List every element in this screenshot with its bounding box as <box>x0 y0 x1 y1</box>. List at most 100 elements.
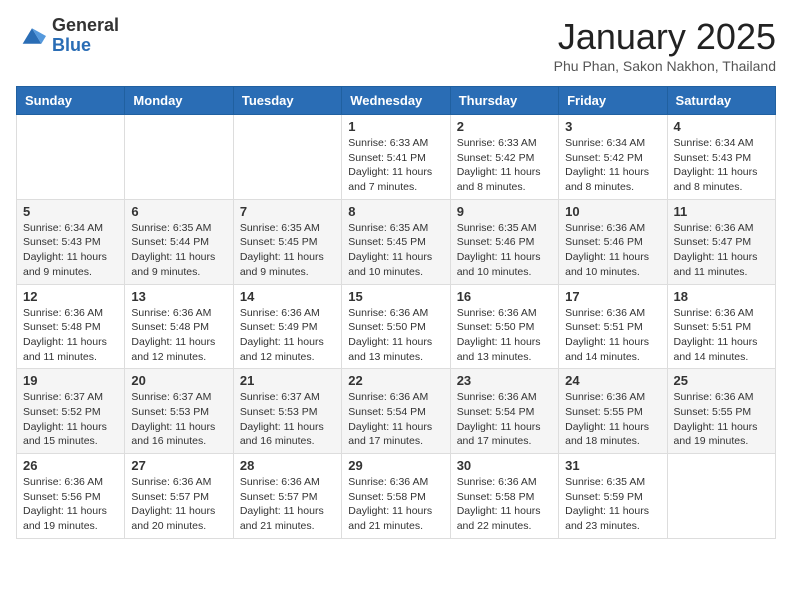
day-info: Sunrise: 6:36 AM Sunset: 5:58 PM Dayligh… <box>457 475 552 534</box>
day-number: 17 <box>565 289 660 304</box>
calendar-cell: 29 Sunrise: 6:36 AM Sunset: 5:58 PM Dayli… <box>342 454 450 539</box>
calendar-cell: 13Sunrise: 6:36 AM Sunset: 5:48 PM Dayli… <box>125 284 233 369</box>
calendar-cell: 31 Sunrise: 6:35 AM Sunset: 5:59 PM Dayli… <box>559 454 667 539</box>
day-number: 8 <box>348 204 443 219</box>
day-info: Sunrise: 6:34 AM Sunset: 5:42 PM Dayligh… <box>565 136 660 195</box>
day-number: 27 <box>131 458 226 473</box>
day-number: 20 <box>131 373 226 388</box>
weekday-header-tuesday: Tuesday <box>233 87 341 115</box>
weekday-header-saturday: Saturday <box>667 87 775 115</box>
calendar-cell: 16 Sunrise: 6:36 AM Sunset: 5:50 PM Dayli… <box>450 284 558 369</box>
day-info: Sunrise: 6:36 AM Sunset: 5:50 PM Dayligh… <box>348 306 443 365</box>
day-number: 16 <box>457 289 552 304</box>
day-info: Sunrise: 6:34 AM Sunset: 5:43 PM Dayligh… <box>23 221 118 280</box>
day-info: Sunrise: 6:35 AM Sunset: 5:59 PM Dayligh… <box>565 475 660 534</box>
day-number: 11 <box>674 204 769 219</box>
calendar-cell: 19Sunrise: 6:37 AM Sunset: 5:52 PM Dayli… <box>17 369 125 454</box>
day-number: 3 <box>565 119 660 134</box>
day-number: 31 <box>565 458 660 473</box>
calendar-cell: 4 Sunrise: 6:34 AM Sunset: 5:43 PM Daylig… <box>667 115 775 200</box>
calendar-cell: 8 Sunrise: 6:35 AM Sunset: 5:45 PM Daylig… <box>342 199 450 284</box>
calendar-cell: 15Sunrise: 6:36 AM Sunset: 5:50 PM Dayli… <box>342 284 450 369</box>
calendar-cell: 26Sunrise: 6:36 AM Sunset: 5:56 PM Dayli… <box>17 454 125 539</box>
calendar-week-row: 1 Sunrise: 6:33 AM Sunset: 5:41 PM Daylig… <box>17 115 776 200</box>
day-number: 21 <box>240 373 335 388</box>
page-header: General Blue January 2025 Phu Phan, Sako… <box>16 16 776 74</box>
calendar-cell: 24 Sunrise: 6:36 AM Sunset: 5:55 PM Dayli… <box>559 369 667 454</box>
logo-blue: Blue <box>52 36 119 56</box>
day-number: 24 <box>565 373 660 388</box>
day-info: Sunrise: 6:36 AM Sunset: 5:49 PM Dayligh… <box>240 306 335 365</box>
day-number: 25 <box>674 373 769 388</box>
weekday-header-friday: Friday <box>559 87 667 115</box>
calendar-cell <box>233 115 341 200</box>
calendar-week-row: 5 Sunrise: 6:34 AM Sunset: 5:43 PM Daylig… <box>17 199 776 284</box>
logo-icon <box>16 22 48 50</box>
day-info: Sunrise: 6:37 AM Sunset: 5:53 PM Dayligh… <box>131 390 226 449</box>
calendar-cell: 22Sunrise: 6:36 AM Sunset: 5:54 PM Dayli… <box>342 369 450 454</box>
calendar-cell: 6Sunrise: 6:35 AM Sunset: 5:44 PM Daylig… <box>125 199 233 284</box>
calendar-cell: 11 Sunrise: 6:36 AM Sunset: 5:47 PM Dayli… <box>667 199 775 284</box>
calendar-cell: 18 Sunrise: 6:36 AM Sunset: 5:51 PM Dayli… <box>667 284 775 369</box>
calendar-table: SundayMondayTuesdayWednesdayThursdayFrid… <box>16 86 776 539</box>
day-info: Sunrise: 6:37 AM Sunset: 5:53 PM Dayligh… <box>240 390 335 449</box>
weekday-header-wednesday: Wednesday <box>342 87 450 115</box>
calendar-cell: 20 Sunrise: 6:37 AM Sunset: 5:53 PM Dayli… <box>125 369 233 454</box>
logo-general: General <box>52 16 119 36</box>
day-info: Sunrise: 6:36 AM Sunset: 5:55 PM Dayligh… <box>565 390 660 449</box>
day-info: Sunrise: 6:33 AM Sunset: 5:41 PM Dayligh… <box>348 136 443 195</box>
day-number: 23 <box>457 373 552 388</box>
weekday-header-thursday: Thursday <box>450 87 558 115</box>
calendar-cell: 30Sunrise: 6:36 AM Sunset: 5:58 PM Dayli… <box>450 454 558 539</box>
title-block: January 2025 Phu Phan, Sakon Nakhon, Tha… <box>554 16 776 74</box>
day-info: Sunrise: 6:36 AM Sunset: 5:51 PM Dayligh… <box>674 306 769 365</box>
calendar-cell: 5 Sunrise: 6:34 AM Sunset: 5:43 PM Daylig… <box>17 199 125 284</box>
weekday-header-sunday: Sunday <box>17 87 125 115</box>
day-number: 5 <box>23 204 118 219</box>
day-info: Sunrise: 6:36 AM Sunset: 5:57 PM Dayligh… <box>240 475 335 534</box>
calendar-cell: 23 Sunrise: 6:36 AM Sunset: 5:54 PM Dayli… <box>450 369 558 454</box>
day-number: 1 <box>348 119 443 134</box>
day-info: Sunrise: 6:36 AM Sunset: 5:50 PM Dayligh… <box>457 306 552 365</box>
logo-text: General Blue <box>52 16 119 56</box>
calendar-cell: 28 Sunrise: 6:36 AM Sunset: 5:57 PM Dayli… <box>233 454 341 539</box>
day-info: Sunrise: 6:36 AM Sunset: 5:56 PM Dayligh… <box>23 475 118 534</box>
day-number: 10 <box>565 204 660 219</box>
day-number: 28 <box>240 458 335 473</box>
day-number: 22 <box>348 373 443 388</box>
day-info: Sunrise: 6:36 AM Sunset: 5:47 PM Dayligh… <box>674 221 769 280</box>
day-info: Sunrise: 6:36 AM Sunset: 5:46 PM Dayligh… <box>565 221 660 280</box>
calendar-cell: 27 Sunrise: 6:36 AM Sunset: 5:57 PM Dayli… <box>125 454 233 539</box>
day-info: Sunrise: 6:36 AM Sunset: 5:48 PM Dayligh… <box>23 306 118 365</box>
calendar-cell: 12 Sunrise: 6:36 AM Sunset: 5:48 PM Dayli… <box>17 284 125 369</box>
weekday-header-monday: Monday <box>125 87 233 115</box>
calendar-cell: 2 Sunrise: 6:33 AM Sunset: 5:42 PM Daylig… <box>450 115 558 200</box>
day-info: Sunrise: 6:33 AM Sunset: 5:42 PM Dayligh… <box>457 136 552 195</box>
day-info: Sunrise: 6:35 AM Sunset: 5:44 PM Dayligh… <box>131 221 226 280</box>
calendar-cell: 21 Sunrise: 6:37 AM Sunset: 5:53 PM Dayli… <box>233 369 341 454</box>
day-info: Sunrise: 6:37 AM Sunset: 5:52 PM Dayligh… <box>23 390 118 449</box>
day-number: 29 <box>348 458 443 473</box>
day-info: Sunrise: 6:36 AM Sunset: 5:54 PM Dayligh… <box>457 390 552 449</box>
calendar-cell: 3 Sunrise: 6:34 AM Sunset: 5:42 PM Daylig… <box>559 115 667 200</box>
location: Phu Phan, Sakon Nakhon, Thailand <box>554 58 776 74</box>
day-number: 13 <box>131 289 226 304</box>
calendar-cell: 10 Sunrise: 6:36 AM Sunset: 5:46 PM Dayli… <box>559 199 667 284</box>
day-info: Sunrise: 6:34 AM Sunset: 5:43 PM Dayligh… <box>674 136 769 195</box>
day-number: 4 <box>674 119 769 134</box>
calendar-cell: 25Sunrise: 6:36 AM Sunset: 5:55 PM Dayli… <box>667 369 775 454</box>
day-number: 9 <box>457 204 552 219</box>
day-number: 2 <box>457 119 552 134</box>
day-info: Sunrise: 6:36 AM Sunset: 5:57 PM Dayligh… <box>131 475 226 534</box>
logo: General Blue <box>16 16 119 56</box>
day-info: Sunrise: 6:36 AM Sunset: 5:58 PM Dayligh… <box>348 475 443 534</box>
day-number: 18 <box>674 289 769 304</box>
calendar-cell: 1 Sunrise: 6:33 AM Sunset: 5:41 PM Daylig… <box>342 115 450 200</box>
calendar-cell: 17Sunrise: 6:36 AM Sunset: 5:51 PM Dayli… <box>559 284 667 369</box>
day-info: Sunrise: 6:35 AM Sunset: 5:45 PM Dayligh… <box>348 221 443 280</box>
calendar-cell: 9 Sunrise: 6:35 AM Sunset: 5:46 PM Daylig… <box>450 199 558 284</box>
day-number: 7 <box>240 204 335 219</box>
calendar-cell: 14Sunrise: 6:36 AM Sunset: 5:49 PM Dayli… <box>233 284 341 369</box>
day-number: 12 <box>23 289 118 304</box>
day-info: Sunrise: 6:35 AM Sunset: 5:46 PM Dayligh… <box>457 221 552 280</box>
